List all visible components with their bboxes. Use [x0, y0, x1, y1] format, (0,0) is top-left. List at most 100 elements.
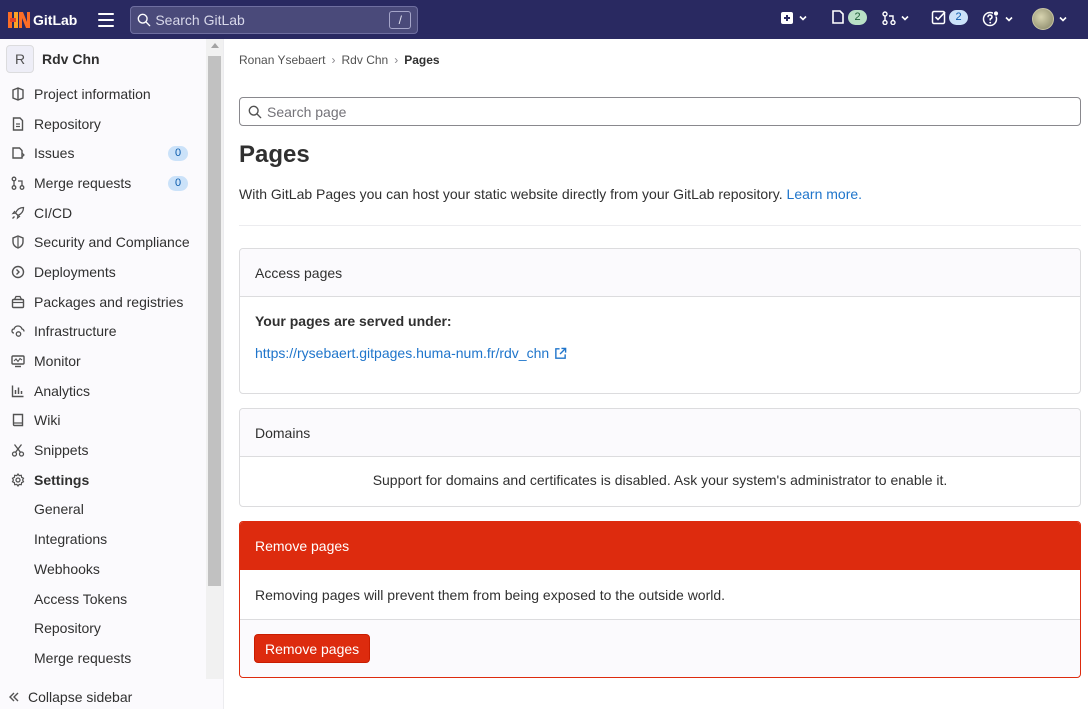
breadcrumb-item-owner[interactable]: Ronan Ysebaert	[239, 53, 326, 67]
brand-name: GitLab	[33, 11, 78, 28]
help-dropdown[interactable]	[982, 10, 1014, 28]
remove-pages-message: Removing pages will prevent them from be…	[240, 570, 1080, 620]
domains-card: Domains Support for domains and certific…	[239, 408, 1081, 507]
sidebar-item-label: CI/CD	[34, 204, 73, 221]
snippet-icon	[10, 442, 26, 458]
sidebar-item-security-and-compliance[interactable]: Security and Compliance	[0, 227, 206, 257]
sidebar-item-label: Project information	[34, 85, 151, 102]
sidebar-item-repository[interactable]: Repository	[0, 109, 206, 139]
huma-num-logo-icon	[8, 10, 30, 30]
breadcrumb-item-current[interactable]: Pages	[404, 53, 439, 67]
global-search-input[interactable]	[155, 11, 390, 28]
merge-request-icon	[882, 11, 896, 25]
page-title: Pages	[239, 141, 310, 168]
chevron-down-icon	[901, 15, 909, 21]
sidebar-item-label: Monitor	[34, 353, 81, 370]
access-pages-body: Your pages are served under: https://rys…	[240, 297, 1080, 376]
todos-nav-button[interactable]: 2	[931, 9, 968, 25]
sidebar-item-project-information[interactable]: Project information	[0, 79, 206, 109]
issues-count-badge: 2	[848, 9, 867, 25]
shield-icon	[10, 234, 26, 250]
gitlab-logo[interactable]: GitLab	[8, 10, 77, 30]
served-under-label: Your pages are served under:	[255, 313, 452, 329]
pages-url-row: https://rysebaert.gitpages.huma-num.fr/r…	[255, 345, 1065, 361]
scroll-up-arrow-icon[interactable]	[211, 43, 219, 48]
sidebar-item-monitor[interactable]: Monitor	[0, 346, 206, 376]
issues-nav-button[interactable]: 2	[830, 9, 867, 25]
sidebar-item-label: Repository	[34, 115, 101, 132]
package-icon	[10, 294, 26, 310]
chevron-down-icon	[1005, 16, 1013, 22]
cloud-gear-icon	[10, 323, 26, 339]
sidebar-item-wiki[interactable]: Wiki	[0, 406, 206, 436]
sidebar-item-label: Infrastructure	[34, 323, 117, 340]
sidebar-item-ci-cd[interactable]: CI/CD	[0, 198, 206, 228]
access-pages-card: Access pages Your pages are served under…	[239, 248, 1081, 394]
learn-more-link[interactable]: Learn more.	[787, 186, 862, 202]
chevron-down-icon	[799, 15, 807, 21]
sidebar-item-label: Snippets	[34, 442, 89, 459]
sidebar-scroll-area: R Rdv Chn Project information Repository…	[0, 39, 206, 679]
header-divider	[239, 225, 1081, 226]
double-chevron-left-icon	[9, 692, 19, 702]
sidebar-item-settings[interactable]: Settings	[0, 465, 206, 495]
page-search[interactable]	[239, 97, 1081, 126]
sidebar-scrollbar-thumb[interactable]	[208, 56, 221, 586]
new-item-dropdown[interactable]	[780, 11, 808, 25]
issues-icon	[10, 145, 26, 161]
main-content: Ronan Ysebaert › Rdv Chn › Pages Pages W…	[224, 39, 1088, 709]
breadcrumb: Ronan Ysebaert › Rdv Chn › Pages	[239, 53, 440, 67]
breadcrumb-item-project[interactable]: Rdv Chn	[342, 53, 389, 67]
settings-sub-access-tokens[interactable]: Access Tokens	[0, 584, 206, 614]
deployments-icon	[10, 264, 26, 280]
project-name: Rdv Chn	[42, 51, 100, 67]
user-avatar	[1032, 8, 1054, 30]
collapse-sidebar-label: Collapse sidebar	[28, 689, 133, 705]
page-description: With GitLab Pages you can host your stat…	[239, 186, 862, 202]
sidebar-item-infrastructure[interactable]: Infrastructure	[0, 317, 206, 347]
settings-sub-general[interactable]: General	[0, 495, 206, 525]
settings-sub-integrations[interactable]: Integrations	[0, 524, 206, 554]
search-icon	[248, 105, 262, 118]
user-menu-dropdown[interactable]	[1032, 8, 1068, 30]
domains-disabled-message: Support for domains and certificates is …	[372, 472, 948, 488]
sidebar-item-issues[interactable]: Issues 0	[0, 138, 206, 168]
collapse-sidebar-button[interactable]: Collapse sidebar	[0, 685, 224, 709]
breadcrumb-separator-icon: ›	[331, 53, 336, 67]
issues-icon	[832, 10, 844, 24]
sidebar-item-label: Issues	[34, 145, 75, 162]
merge-requests-nav-button[interactable]	[882, 11, 910, 25]
settings-icon	[10, 472, 26, 488]
sidebar-scrollbar[interactable]	[206, 39, 223, 679]
monitor-icon	[10, 353, 26, 369]
settings-sub-webhooks[interactable]: Webhooks	[0, 554, 206, 584]
remove-pages-button[interactable]: Remove pages	[254, 634, 371, 663]
sidebar-item-label: Wiki	[34, 412, 61, 429]
sidebar-item-analytics[interactable]: Analytics	[0, 376, 206, 406]
access-pages-header: Access pages	[240, 249, 1080, 297]
search-icon	[137, 13, 151, 26]
book-icon	[10, 412, 26, 428]
top-navbar: GitLab / 2	[0, 0, 1088, 39]
search-shortcut-key: /	[389, 10, 412, 29]
rocket-icon	[10, 205, 26, 221]
settings-sub-merge-requests[interactable]: Merge requests	[0, 643, 206, 673]
sidebar-item-label: Security and Compliance	[34, 234, 190, 251]
sidebar-item-deployments[interactable]: Deployments	[0, 257, 206, 287]
pages-url-link[interactable]: https://rysebaert.gitpages.huma-num.fr/r…	[255, 345, 549, 361]
todo-checkbox-icon	[931, 10, 946, 25]
merge-request-icon	[10, 175, 26, 191]
domains-header: Domains	[240, 409, 1080, 457]
sidebar-project-header[interactable]: R Rdv Chn	[0, 39, 206, 79]
breadcrumb-separator-icon: ›	[394, 53, 399, 67]
global-search[interactable]: /	[130, 5, 419, 34]
page-search-input[interactable]	[267, 103, 1047, 120]
sidebar-item-snippets[interactable]: Snippets	[0, 435, 206, 465]
sidebar-item-merge-requests[interactable]: Merge requests 0	[0, 168, 206, 198]
external-link-icon[interactable]	[554, 347, 567, 360]
settings-sub-repository[interactable]: Repository	[0, 613, 206, 643]
menu-icon[interactable]	[98, 12, 115, 27]
sidebar-item-packages-and-registries[interactable]: Packages and registries	[0, 287, 206, 317]
help-icon	[982, 10, 1000, 27]
sidebar-item-label: Packages and registries	[34, 293, 184, 310]
